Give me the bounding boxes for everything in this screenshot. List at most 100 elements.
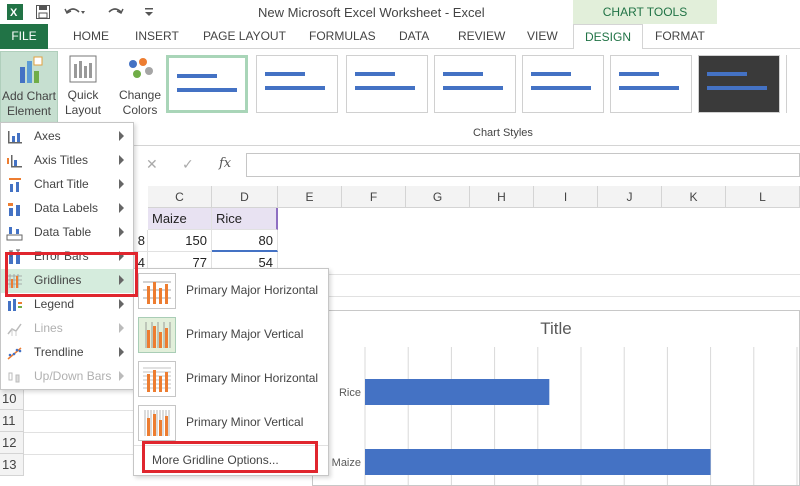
bar-maize[interactable] xyxy=(365,449,711,475)
redo-icon[interactable] xyxy=(104,3,128,21)
axes-icon xyxy=(8,131,22,144)
column-header[interactable]: D xyxy=(212,186,278,208)
menu-item-trendline[interactable]: Trendline xyxy=(1,341,133,365)
more-gridline-options-button[interactable]: More Gridline Options... xyxy=(134,447,328,473)
submenu-arrow-icon xyxy=(119,131,124,141)
column-header[interactable]: J xyxy=(598,186,662,208)
menu-item-label: Trendline xyxy=(34,345,84,359)
chart-style-6[interactable] xyxy=(610,55,692,113)
tab-view[interactable]: VIEW xyxy=(527,24,558,49)
menu-item-error-bars[interactable]: Error Bars xyxy=(1,245,133,269)
cell-c1[interactable]: Maize xyxy=(148,208,212,230)
menu-item-label: Axes xyxy=(34,129,61,143)
row-header[interactable]: 13 xyxy=(0,454,24,476)
menu-item-label: Data Table xyxy=(34,225,92,239)
svg-text:X: X xyxy=(10,7,18,19)
quick-layout-label2: Layout xyxy=(64,103,102,117)
quick-layout-button[interactable]: Quick Layout xyxy=(62,51,104,118)
bar-rice[interactable] xyxy=(365,379,550,405)
tab-file[interactable]: FILE xyxy=(0,24,48,49)
chart-styles-group-label: Chart Styles xyxy=(473,127,533,139)
row-header[interactable]: 12 xyxy=(0,432,24,454)
tab-data[interactable]: DATA xyxy=(399,24,429,49)
change-colors-button[interactable]: Change Colors xyxy=(116,51,164,118)
column-header[interactable]: L xyxy=(726,186,800,208)
chart-styles-scroll[interactable] xyxy=(786,55,800,113)
chart-style-7[interactable] xyxy=(698,55,780,113)
primary-minor-horizontal-icon xyxy=(138,361,176,397)
chart-style-2[interactable] xyxy=(256,55,338,113)
submenu-arrow-icon xyxy=(119,323,124,333)
quick-layout-icon xyxy=(69,55,97,83)
submenu-arrow-icon xyxy=(119,371,124,381)
row-header[interactable]: 10 xyxy=(0,388,24,410)
cell-d1[interactable]: Rice xyxy=(212,208,278,230)
column-header[interactable]: I xyxy=(534,186,598,208)
submenu-arrow-icon xyxy=(119,203,124,213)
submenu-item-label: Primary Minor Vertical xyxy=(186,415,304,429)
submenu-item-label: Primary Major Vertical xyxy=(186,327,304,341)
enter-icon[interactable]: ✓ xyxy=(182,156,194,173)
menu-item-data-table[interactable]: Data Table xyxy=(1,221,133,245)
menu-item-axis-titles[interactable]: Axis Titles xyxy=(1,149,133,173)
row-header[interactable]: 11 xyxy=(0,410,24,432)
column-header[interactable]: G xyxy=(406,186,470,208)
column-header[interactable]: E xyxy=(278,186,342,208)
tab-formulas[interactable]: FORMULAS xyxy=(309,24,376,49)
chart-style-4[interactable] xyxy=(434,55,516,113)
save-icon[interactable] xyxy=(34,3,52,21)
chart-style-3[interactable] xyxy=(346,55,428,113)
add-chart-element-button[interactable]: Add Chart Element xyxy=(0,51,58,123)
title-bar: X New Microsoft Excel Worksheet - Excel … xyxy=(0,0,800,24)
chart-plot[interactable]: Rice Maize xyxy=(313,311,799,485)
tab-format[interactable]: FORMAT xyxy=(655,24,705,49)
category-label: Maize xyxy=(332,457,361,469)
change-colors-icon xyxy=(129,58,153,78)
tab-home[interactable]: HOME xyxy=(73,24,109,49)
submenu-item-label: Primary Major Horizontal xyxy=(186,283,319,297)
cell-d2[interactable]: 80 xyxy=(212,230,278,252)
column-header[interactable]: C xyxy=(148,186,212,208)
tab-page-layout[interactable]: PAGE LAYOUT xyxy=(203,24,286,49)
menu-item-label: Gridlines xyxy=(34,273,82,287)
chart-style-5[interactable] xyxy=(522,55,604,113)
primary-major-horizontal-icon xyxy=(138,273,176,309)
cancel-icon[interactable]: ✕ xyxy=(146,156,158,173)
submenu-item-primary-minor-horizontal[interactable]: Primary Minor Horizontal xyxy=(134,357,328,401)
fx-icon[interactable]: fx xyxy=(219,156,231,171)
menu-item-data-labels[interactable]: Data Labels xyxy=(1,197,133,221)
tab-design[interactable]: DESIGN xyxy=(573,24,643,50)
menu-item-label: Error Bars xyxy=(34,249,89,263)
add-chart-element-label1: Add Chart xyxy=(1,89,57,103)
quick-layout-label1: Quick xyxy=(67,88,99,102)
tab-review[interactable]: REVIEW xyxy=(458,24,505,49)
customize-qat-icon[interactable] xyxy=(142,3,156,21)
window-title: New Microsoft Excel Worksheet - Excel xyxy=(258,5,485,20)
cell-c2[interactable]: 150 xyxy=(148,230,212,252)
menu-item-chart-title[interactable]: Chart Title xyxy=(1,173,133,197)
category-label: Rice xyxy=(339,387,361,399)
menu-item-legend[interactable]: Legend xyxy=(1,293,133,317)
submenu-item-primary-major-vertical[interactable]: Primary Major Vertical xyxy=(134,313,328,357)
change-colors-label1: Change xyxy=(118,88,162,102)
menu-item-gridlines[interactable]: Gridlines xyxy=(1,269,133,293)
menu-item-axes[interactable]: Axes xyxy=(1,125,133,149)
submenu-arrow-icon xyxy=(119,347,124,357)
chart-style-1[interactable] xyxy=(166,55,248,113)
submenu-arrow-icon xyxy=(119,299,124,309)
menu-item-lines: Lines xyxy=(1,317,133,341)
column-header[interactable]: K xyxy=(662,186,726,208)
undo-icon[interactable] xyxy=(62,3,86,21)
menu-item-label: Chart Title xyxy=(34,177,89,191)
formula-input[interactable] xyxy=(246,153,800,177)
submenu-item-primary-minor-vertical[interactable]: Primary Minor Vertical xyxy=(134,401,328,445)
more-gridline-options-label: More Gridline Options... xyxy=(152,453,279,467)
add-chart-element-icon xyxy=(20,56,43,83)
column-header[interactable]: F xyxy=(342,186,406,208)
excel-logo-icon[interactable]: X xyxy=(6,3,24,21)
chart-area[interactable]: Title Rice Maize xyxy=(312,310,800,486)
tab-insert[interactable]: INSERT xyxy=(135,24,179,49)
submenu-item-primary-major-horizontal[interactable]: Primary Major Horizontal xyxy=(134,269,328,313)
column-header[interactable]: H xyxy=(470,186,534,208)
submenu-arrow-icon xyxy=(119,227,124,237)
